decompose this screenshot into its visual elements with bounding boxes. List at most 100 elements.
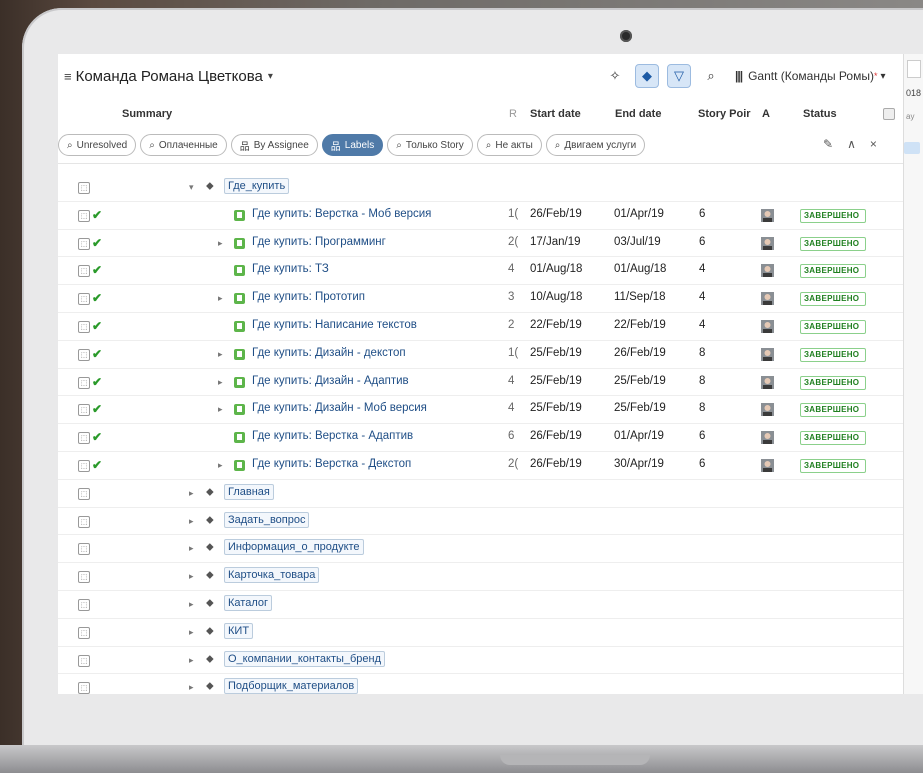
label-name[interactable]: Карточка_товара	[224, 567, 320, 584]
status-badge[interactable]: ЗАВЕРШЕНО	[800, 292, 866, 307]
gantt-panel[interactable]: 018 ay	[903, 54, 923, 694]
chevron-right-icon[interactable]: ▸	[189, 655, 194, 666]
chevron-right-icon[interactable]: ▸	[189, 627, 194, 638]
gantt-bar[interactable]	[904, 142, 920, 154]
col-r[interactable]: R	[509, 108, 517, 120]
pin-button[interactable]: ✧	[603, 64, 627, 88]
col-story-points[interactable]: Story Poir	[698, 108, 751, 120]
issue-summary[interactable]: Где купить: Верстка - Декстоп	[252, 458, 411, 470]
status-badge[interactable]: ЗАВЕРШЕНО	[800, 458, 866, 473]
issue-summary[interactable]: Где купить: Верстка - Моб версия	[252, 208, 431, 220]
issue-summary[interactable]: Где купить: ТЗ	[252, 263, 329, 275]
chevron-right-icon[interactable]: ▸	[189, 488, 194, 499]
issue-summary[interactable]: Где купить: Дизайн - декстоп	[252, 347, 406, 359]
label-row[interactable]: ⬚ ▸ ⬥ Главная	[58, 480, 903, 508]
avatar[interactable]	[761, 264, 774, 278]
avatar[interactable]	[761, 431, 774, 445]
chevron-right-icon[interactable]: ▸	[218, 377, 223, 388]
chevron-right-icon[interactable]: ▸	[189, 599, 194, 610]
chevron-right-icon[interactable]: ▸	[189, 682, 194, 693]
filter-chip[interactable]: ⌕ Оплаченные	[140, 134, 227, 156]
issue-row[interactable]: ⬚ ✔ ▸ Где купить: Программинг 2(17/Jan/19 03/…	[58, 230, 903, 258]
issue-row[interactable]: ⬚ ✔ ▸ Где купить: Дизайн - Моб версия 4 25/Fe…	[58, 396, 903, 425]
issue-row[interactable]: ⬚ ✔ ▸ Где купить: Дизайн - декстоп 1(25/Feb/…	[58, 341, 903, 369]
chevron-right-icon[interactable]: ▸	[189, 516, 194, 527]
close-icon[interactable]: ×	[870, 137, 877, 151]
label-row[interactable]: ⬚ ▸ ⬥ О_компании_контакты_бренд	[58, 647, 903, 675]
group-row[interactable]: ⬚ ▾ ⬥ Где_купить	[58, 174, 903, 202]
chevron-right-icon[interactable]: ▸	[218, 404, 223, 415]
col-end-date[interactable]: End date	[615, 108, 661, 120]
chevron-right-icon[interactable]: ▸	[189, 543, 194, 554]
col-summary[interactable]: Summary	[122, 108, 172, 120]
label-row[interactable]: ⬚ ▸ ⬥ Информация_о_продукте	[58, 535, 903, 564]
label-name[interactable]: О_компании_контакты_бренд	[224, 650, 386, 667]
chevron-right-icon[interactable]: ▸	[218, 460, 223, 471]
collapse-icon[interactable]: ∧	[847, 137, 856, 151]
label-row[interactable]: ⬚ ▸ ⬥ КИТ	[58, 619, 903, 647]
issue-row[interactable]: ⬚ ✔ Где купить: Написание текстов 2 22/Feb/1…	[58, 313, 903, 341]
issue-row[interactable]: ⬚ ✔ Где купить: ТЗ 4 01/Aug/18 01/Aug/18 4 ЗАВЕ…	[58, 257, 903, 286]
issue-row[interactable]: ⬚ ✔ Где купить: Верстка - Адаптив 6 26/Feb/1…	[58, 424, 903, 452]
gantt-scale-control[interactable]	[907, 60, 921, 78]
search-button[interactable]: ⌕	[699, 64, 723, 88]
avatar[interactable]	[761, 375, 774, 389]
avatar[interactable]	[761, 292, 774, 306]
chevron-down-icon[interactable]: ▾	[189, 182, 194, 193]
label-name[interactable]: Главная	[224, 483, 274, 500]
avatar[interactable]	[761, 236, 774, 250]
filter-chip[interactable]: ⌕ Unresolved	[58, 134, 137, 156]
label-row[interactable]: ⬚ ▸ ⬥ Подборщик_материалов	[58, 674, 903, 694]
issue-summary[interactable]: Где купить: Прототип	[252, 291, 365, 303]
gantt-view-selector[interactable]: ||| Gantt (Команды Ромы) * ▾	[735, 69, 886, 83]
issue-row[interactable]: ⬚ ✔ ▸ Где купить: Верстка - Декстоп 2(26/Feb…	[58, 452, 903, 480]
col-start-date[interactable]: Start date	[530, 108, 581, 120]
filter-chip[interactable]: 品 Labels	[321, 134, 384, 156]
edit-icon[interactable]: ✎	[823, 137, 833, 151]
filter-chip[interactable]: ⌕ Только Story	[387, 134, 473, 156]
chevron-right-icon[interactable]: ▸	[218, 349, 223, 360]
avatar[interactable]	[761, 319, 774, 333]
label-name[interactable]: Каталог	[224, 594, 272, 611]
label-row[interactable]: ⬚ ▸ ⬥ Задать_вопрос	[58, 508, 903, 536]
status-badge[interactable]: ЗАВЕРШЕНО	[800, 264, 866, 279]
avatar[interactable]	[761, 347, 774, 361]
group-label[interactable]: Где_купить	[224, 178, 290, 194]
chevron-right-icon[interactable]: ▸	[189, 571, 194, 582]
issue-summary[interactable]: Где купить: Верстка - Адаптив	[252, 430, 413, 442]
chevron-right-icon[interactable]: ▸	[218, 238, 223, 249]
label-name[interactable]: Задать_вопрос	[224, 511, 310, 528]
status-badge[interactable]: ЗАВЕРШЕНО	[800, 236, 866, 251]
issue-summary[interactable]: Где купить: Дизайн - Моб версия	[252, 402, 427, 414]
label-name[interactable]: Информация_о_продукте	[224, 539, 364, 556]
status-badge[interactable]: ЗАВЕРШЕНО	[800, 375, 866, 390]
issue-summary[interactable]: Где купить: Дизайн - Адаптив	[252, 375, 409, 387]
chevron-right-icon[interactable]: ▸	[218, 293, 223, 304]
filter-chip[interactable]: ⌕ Двигаем услуги	[545, 134, 646, 156]
col-status[interactable]: Status	[803, 108, 837, 120]
avatar[interactable]	[761, 458, 774, 472]
label-row[interactable]: ⬚ ▸ ⬥ Каталог	[58, 591, 903, 619]
avatar[interactable]	[761, 403, 774, 417]
issue-summary[interactable]: Где купить: Программинг	[252, 236, 386, 248]
board-title-dropdown[interactable]: ≡ Команда Романа Цветкова ▾	[64, 68, 273, 85]
col-assignee[interactable]: A	[762, 108, 770, 120]
filter-chip[interactable]: ⌕ Не акты	[476, 134, 542, 156]
status-badge[interactable]: ЗАВЕРШЕНО	[800, 208, 866, 223]
status-badge[interactable]: ЗАВЕРШЕНО	[800, 403, 866, 418]
filter-chip[interactable]: 品 By Assignee	[230, 134, 318, 156]
hierarchy-button[interactable]: ◆	[635, 64, 659, 88]
label-name[interactable]: Подборщик_материалов	[224, 678, 359, 694]
issue-row[interactable]: ⬚ ✔ Где купить: Верстка - Моб версия 1(26/F…	[58, 202, 903, 230]
issue-row[interactable]: ⬚ ✔ ▸ Где купить: Прототип 3 10/Aug/18 11/Sep/…	[58, 285, 903, 313]
issue-row[interactable]: ⬚ ✔ ▸ Где купить: Дизайн - Адаптив 4 25/Feb/1…	[58, 369, 903, 397]
status-badge[interactable]: ЗАВЕРШЕНО	[800, 347, 866, 362]
issue-summary[interactable]: Где купить: Написание текстов	[252, 319, 417, 331]
status-badge[interactable]: ЗАВЕРШЕНО	[800, 319, 866, 334]
avatar[interactable]	[761, 208, 774, 222]
filter-button[interactable]: ▽	[667, 64, 691, 88]
add-column-button[interactable]	[883, 108, 895, 120]
label-row[interactable]: ⬚ ▸ ⬥ Карточка_товара	[58, 563, 903, 591]
label-name[interactable]: КИТ	[224, 622, 254, 639]
status-badge[interactable]: ЗАВЕРШЕНО	[800, 431, 866, 446]
